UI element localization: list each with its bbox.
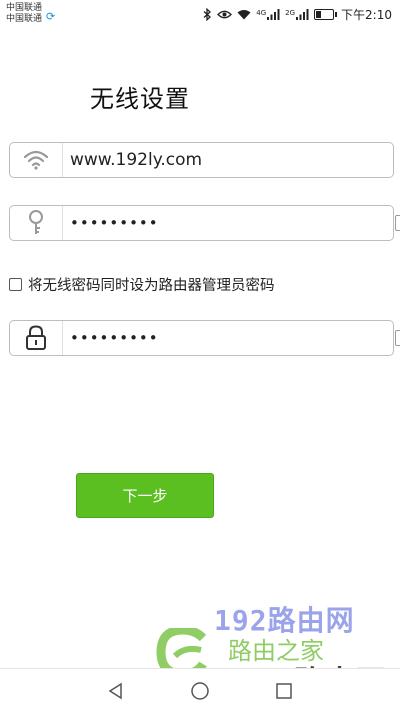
network-type-1: 4G bbox=[256, 8, 267, 17]
recent-apps-icon[interactable] bbox=[273, 680, 295, 702]
status-bar: 中国联通 中国联通 ⟳ 4G 2G 下午2:10 bbox=[0, 0, 400, 28]
wifi-icon bbox=[10, 143, 63, 177]
back-icon[interactable] bbox=[105, 680, 127, 702]
next-button[interactable]: 下一步 bbox=[76, 473, 214, 518]
wifi-password-field[interactable]: ••••••••• bbox=[9, 205, 394, 241]
navigation-bar bbox=[0, 668, 400, 712]
ssid-input[interactable]: www.192ly.com bbox=[70, 143, 202, 177]
carrier-label-2: 中国联通 bbox=[6, 14, 43, 24]
eye-icon bbox=[217, 9, 233, 20]
network-type-2: 2G bbox=[285, 8, 296, 17]
show-wifi-password-toggle[interactable] bbox=[395, 215, 400, 231]
admin-password-input[interactable]: ••••••••• bbox=[70, 321, 159, 355]
sync-password-label: 将无线密码同时设为路由器管理员密码 bbox=[28, 278, 275, 294]
battery-icon bbox=[314, 8, 338, 20]
bluetooth-icon bbox=[203, 7, 212, 21]
ssid-field[interactable]: www.192ly.com bbox=[9, 142, 394, 178]
sync-password-checkbox[interactable] bbox=[9, 278, 22, 291]
page-title: 无线设置 bbox=[90, 85, 190, 113]
show-admin-password-toggle[interactable] bbox=[395, 330, 400, 346]
hd-call-icon: ⟳ bbox=[46, 10, 56, 23]
lock-icon bbox=[10, 321, 63, 355]
sync-password-row[interactable]: 将无线密码同时设为路由器管理员密码 bbox=[9, 274, 275, 295]
admin-password-field[interactable]: ••••••••• bbox=[9, 320, 394, 356]
status-time: 下午2:10 bbox=[341, 7, 392, 22]
wifi-status-icon bbox=[237, 9, 251, 20]
signal-icon-1: 4G bbox=[256, 8, 280, 20]
carrier-label-1: 中国联通 bbox=[6, 3, 43, 13]
wifi-password-input[interactable]: ••••••••• bbox=[70, 206, 159, 240]
signal-icon-2: 2G bbox=[285, 8, 309, 20]
key-icon bbox=[10, 206, 63, 240]
status-icons: 4G 2G 下午2:10 bbox=[203, 5, 392, 23]
home-icon[interactable] bbox=[189, 680, 211, 702]
